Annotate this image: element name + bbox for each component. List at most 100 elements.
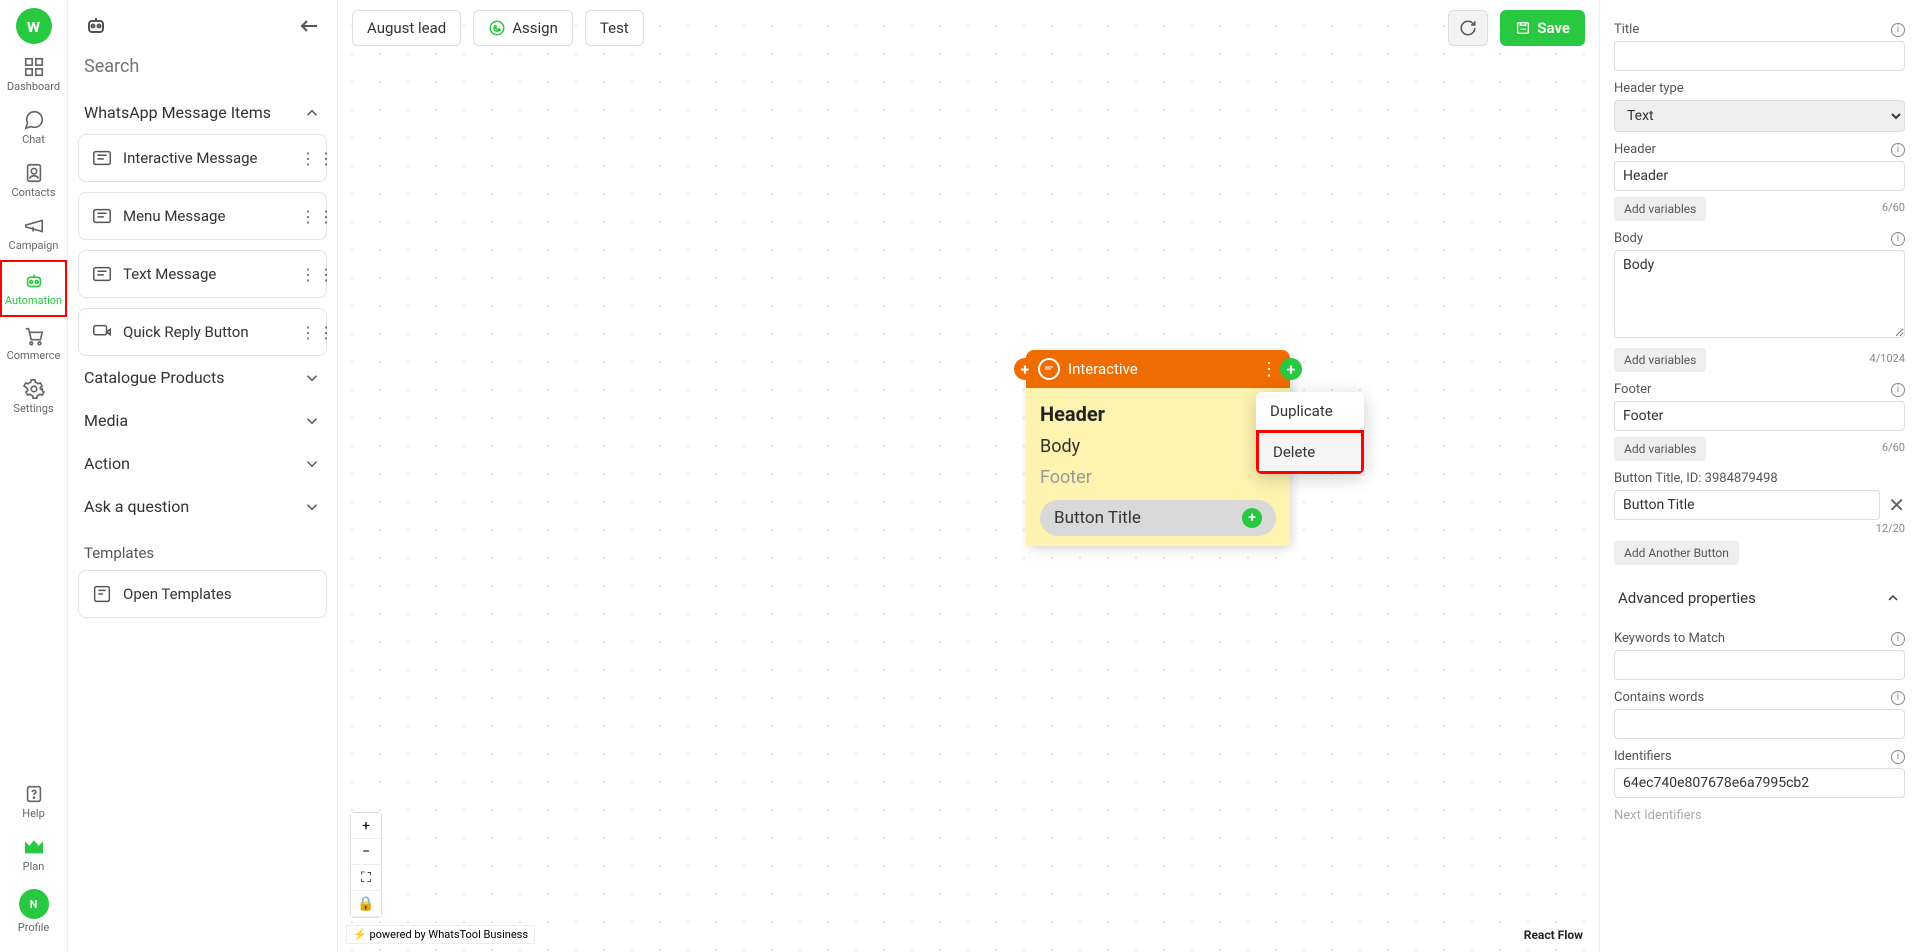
nav-contacts[interactable]: Contacts: [0, 154, 67, 207]
dashboard-icon: [23, 56, 45, 78]
templates-header: Templates: [68, 528, 337, 570]
section-title: Catalogue Products: [84, 368, 225, 387]
grip-icon: ⋮⋮: [300, 207, 314, 226]
info-icon[interactable]: i: [1891, 750, 1905, 764]
bot-icon: [84, 14, 108, 38]
nav-label: Settings: [13, 402, 53, 415]
grip-icon: ⋮⋮: [300, 265, 314, 284]
add-another-button[interactable]: Add Another Button: [1614, 541, 1739, 565]
button-title-input[interactable]: [1614, 490, 1880, 520]
automation-icon: [23, 270, 45, 292]
label-title: Title: [1614, 22, 1639, 37]
item-menu-message[interactable]: Menu Message ⋮⋮: [78, 192, 327, 240]
keywords-input[interactable]: [1614, 650, 1905, 680]
info-icon[interactable]: i: [1891, 232, 1905, 246]
powered-by: ⚡ powered by WhatsTool Business: [346, 925, 535, 944]
chat-icon: [23, 109, 45, 131]
contacts-icon: [23, 162, 45, 184]
label-body: Body: [1614, 231, 1643, 246]
menu-duplicate[interactable]: Duplicate: [1256, 392, 1364, 430]
identifiers-input[interactable]: [1614, 768, 1905, 798]
info-icon[interactable]: i: [1891, 23, 1905, 37]
nav-profile[interactable]: N Profile: [0, 881, 67, 942]
test-button[interactable]: Test: [585, 10, 644, 46]
item-interactive-message[interactable]: Interactive Message ⋮⋮: [78, 134, 327, 182]
open-templates[interactable]: Open Templates: [78, 570, 327, 618]
nav-commerce[interactable]: Commerce: [0, 317, 67, 370]
grip-icon: ⋮⋮: [300, 323, 314, 342]
zoom-fit[interactable]: ⛶: [351, 865, 381, 891]
item-label: Quick Reply Button: [123, 323, 290, 341]
nav-label: Dashboard: [7, 80, 60, 93]
body-input[interactable]: Body: [1614, 250, 1905, 338]
info-icon[interactable]: i: [1891, 143, 1905, 157]
label-footer: Footer: [1614, 382, 1651, 397]
nav-settings[interactable]: Settings: [0, 370, 67, 423]
section-media[interactable]: Media: [68, 399, 337, 442]
add-variables-button[interactable]: Add variables: [1614, 437, 1706, 461]
assign-button[interactable]: Assign: [473, 10, 573, 46]
flow-canvas[interactable]: August lead Assign Test Save + + Interac…: [338, 0, 1599, 952]
crown-icon: [23, 836, 45, 858]
section-catalogue[interactable]: Catalogue Products: [68, 356, 337, 399]
remove-button-icon[interactable]: ✕: [1888, 493, 1905, 517]
nav-chat[interactable]: Chat: [0, 101, 67, 154]
node-menu-button[interactable]: ⋮: [1260, 359, 1278, 380]
nav-help[interactable]: Help: [0, 775, 67, 828]
nav-dashboard[interactable]: Dashboard: [0, 48, 67, 101]
item-label: Text Message: [123, 265, 290, 283]
node-button[interactable]: Button Title +: [1040, 500, 1276, 536]
flow-name[interactable]: August lead: [352, 10, 461, 46]
grip-icon: ⋮⋮: [300, 149, 314, 168]
item-label: Menu Message: [123, 207, 290, 225]
nav-label: Help: [22, 807, 45, 820]
section-title: Action: [84, 454, 130, 473]
header-input[interactable]: [1614, 161, 1905, 191]
nav-plan[interactable]: Plan: [0, 828, 67, 881]
label-header-type: Header type: [1614, 81, 1684, 96]
node-interactive[interactable]: + + Interactive ⋮ Header Body Footer But…: [1026, 350, 1290, 546]
zoom-lock[interactable]: 🔒: [351, 891, 381, 917]
avatar: N: [19, 889, 49, 919]
advanced-properties-header[interactable]: Advanced properties: [1614, 575, 1905, 621]
section-whatsapp-items[interactable]: WhatsApp Message Items: [68, 91, 337, 134]
add-variables-button[interactable]: Add variables: [1614, 348, 1706, 372]
info-icon[interactable]: i: [1891, 383, 1905, 397]
nav-campaign[interactable]: Campaign: [0, 207, 67, 260]
node-output-handle[interactable]: +: [1280, 358, 1302, 380]
section-ask-question[interactable]: Ask a question: [68, 485, 337, 528]
label-next-identifiers: Next Identifiers: [1614, 808, 1702, 823]
node-input-handle[interactable]: +: [1014, 358, 1036, 380]
item-text-message[interactable]: Text Message ⋮⋮: [78, 250, 327, 298]
title-input[interactable]: [1614, 41, 1905, 71]
search-input[interactable]: [84, 56, 321, 77]
label-button-title: Button Title, ID: 3984879498: [1614, 471, 1778, 486]
refresh-button[interactable]: [1448, 10, 1488, 46]
label-contains: Contains words: [1614, 690, 1704, 705]
nav-automation[interactable]: Automation: [0, 260, 67, 317]
left-sidebar: WhatsApp Message Items Interactive Messa…: [68, 0, 338, 952]
message-icon: [91, 147, 113, 169]
section-action[interactable]: Action: [68, 442, 337, 485]
back-arrow-icon[interactable]: [297, 14, 321, 38]
header-type-select[interactable]: Text: [1614, 100, 1905, 132]
node-header-text: Header: [1040, 402, 1276, 426]
footer-input[interactable]: [1614, 401, 1905, 431]
item-label: Open Templates: [123, 585, 314, 603]
zoom-in[interactable]: +: [351, 813, 381, 839]
contains-input[interactable]: [1614, 709, 1905, 739]
item-quick-reply[interactable]: Quick Reply Button ⋮⋮: [78, 308, 327, 356]
info-icon[interactable]: i: [1891, 632, 1905, 646]
template-icon: [91, 583, 113, 605]
footer-counter: 6/60: [1882, 441, 1905, 454]
save-label: Save: [1537, 19, 1570, 37]
add-button-icon[interactable]: +: [1242, 508, 1262, 528]
add-variables-button[interactable]: Add variables: [1614, 197, 1706, 221]
save-icon: [1515, 20, 1531, 36]
menu-delete[interactable]: Delete: [1256, 430, 1364, 474]
zoom-out[interactable]: −: [351, 839, 381, 865]
info-icon[interactable]: i: [1891, 691, 1905, 705]
save-button[interactable]: Save: [1500, 10, 1585, 46]
context-menu: Duplicate Delete: [1256, 392, 1364, 474]
chevron-down-icon: [303, 498, 321, 516]
